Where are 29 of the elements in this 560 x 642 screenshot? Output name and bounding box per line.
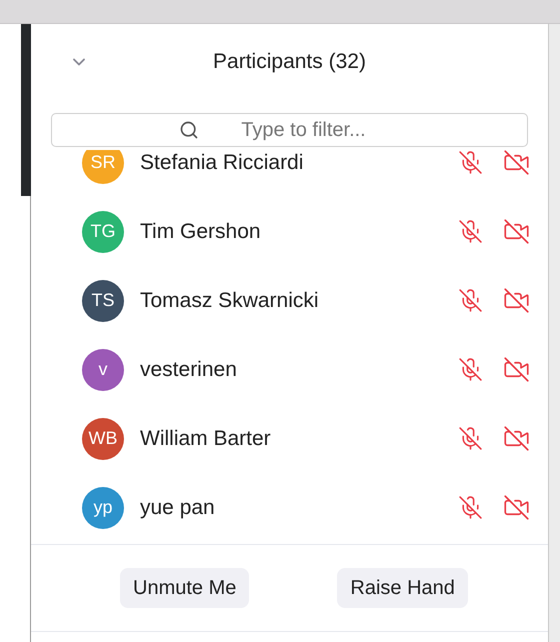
muted-mic-icon[interactable] (458, 426, 483, 451)
video-off-icon[interactable] (503, 494, 530, 521)
muted-mic-icon[interactable] (458, 150, 483, 175)
muted-mic-icon[interactable] (458, 219, 483, 244)
muted-mic-icon[interactable] (458, 495, 483, 520)
filter-field[interactable]: Type to filter... (51, 113, 528, 147)
participant-name: Tomasz Skwarnicki (140, 288, 320, 314)
participant-name: William Barter (140, 426, 272, 452)
avatar: SR (82, 150, 124, 184)
video-off-icon[interactable] (503, 150, 530, 176)
raise-hand-button[interactable]: Raise Hand (337, 568, 468, 608)
video-off-icon[interactable] (503, 287, 530, 314)
video-off-icon[interactable] (503, 218, 530, 245)
participant-name: vesterinen (140, 356, 238, 383)
avatar: TG (82, 210, 124, 252)
muted-mic-icon[interactable] (458, 357, 483, 382)
participant-name: Tim Gershon (140, 218, 262, 245)
avatar: WB (82, 418, 124, 460)
avatar: v (82, 348, 124, 390)
search-icon (179, 120, 199, 140)
avatar: yp (82, 486, 124, 528)
unmute-button[interactable]: Unmute Me (120, 568, 250, 608)
participant-name: Stefania Ricciardi (140, 150, 304, 176)
video-off-icon[interactable] (503, 356, 530, 383)
muted-mic-icon[interactable] (458, 288, 483, 313)
video-off-icon[interactable] (503, 425, 530, 452)
panel-title: Participants (32) (213, 48, 366, 75)
avatar: TS (82, 280, 124, 322)
participant-name: yue pan (140, 494, 216, 521)
